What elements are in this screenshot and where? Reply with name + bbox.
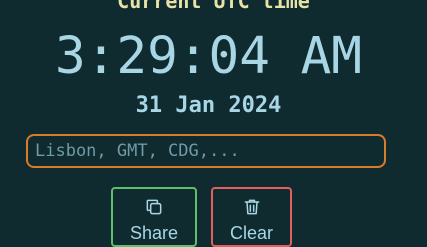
current-date: 31 Jan 2024 — [135, 93, 282, 118]
copy-icon — [146, 199, 162, 215]
clear-button[interactable]: Clear — [211, 187, 292, 247]
current-time: 3:29:04 AM — [54, 27, 363, 86]
clear-button-label: Clear — [229, 223, 273, 243]
share-button-label: Share — [129, 223, 179, 243]
page-heading: Current UTC time — [117, 0, 310, 13]
trash-icon — [244, 199, 259, 215]
location-search-input[interactable] — [26, 134, 386, 168]
share-button[interactable]: Share — [111, 187, 197, 247]
